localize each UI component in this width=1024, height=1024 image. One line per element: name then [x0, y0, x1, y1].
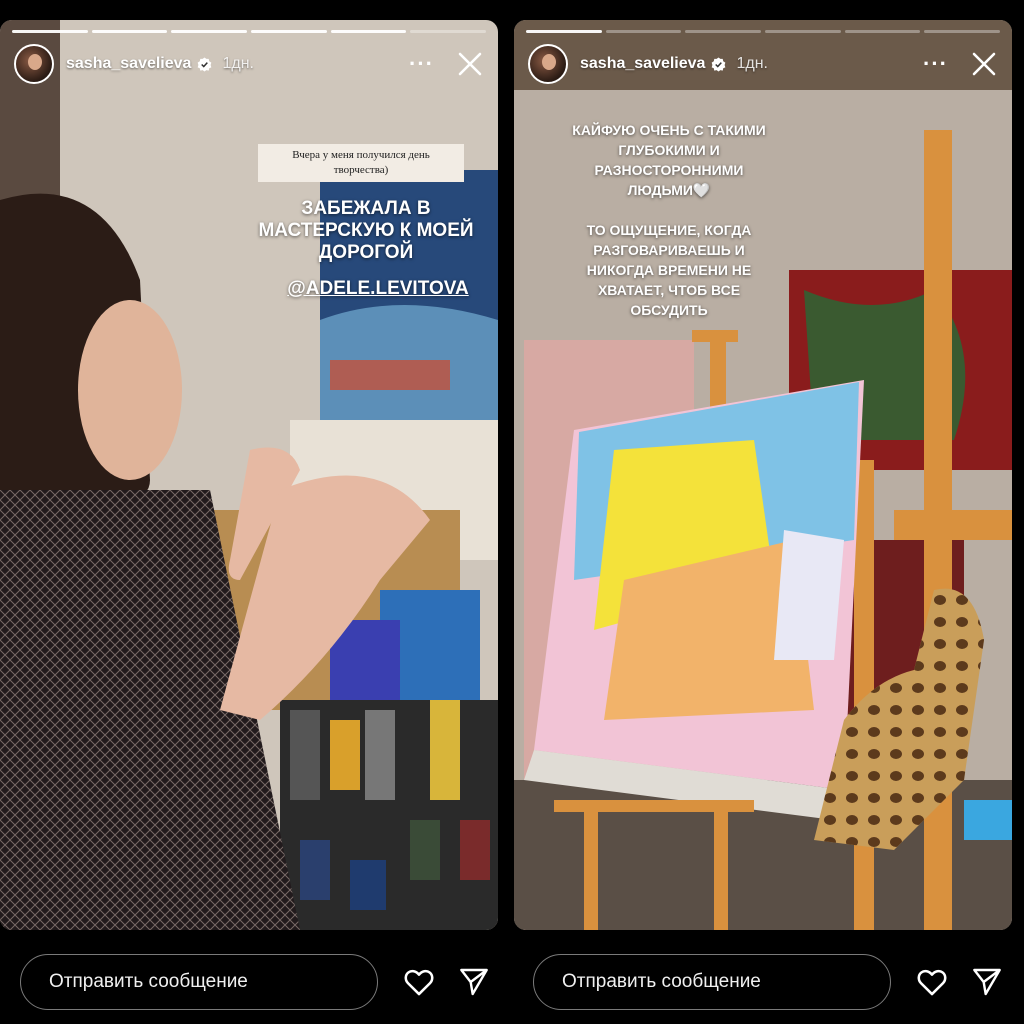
- progress-segment: [765, 30, 841, 33]
- mention-link[interactable]: @ADELE.LEVITOVA: [278, 278, 478, 300]
- story-header: sasha_savelieva 1дн. ···: [528, 42, 998, 86]
- send-icon[interactable]: [458, 966, 490, 998]
- message-input[interactable]: Отправить сообщение: [533, 954, 891, 1010]
- send-icon[interactable]: [971, 966, 1003, 998]
- progress-segment: [12, 30, 88, 33]
- heart-icon[interactable]: [915, 965, 949, 999]
- caption-box: Вчера у меня получился день творчества): [258, 144, 464, 182]
- close-icon[interactable]: [456, 50, 484, 78]
- story-right[interactable]: sasha_savelieva 1дн. ··· КАЙФУЮ ОЧЕНЬ С …: [514, 20, 1012, 930]
- story-text: КАЙФУЮ ОЧЕНЬ С ТАКИМИ ГЛУБОКИМИ И РАЗНОС…: [572, 122, 766, 318]
- post-time: 1дн.: [736, 55, 768, 72]
- story-left[interactable]: sasha_savelieva 1дн. ··· Вчера у меня по…: [0, 20, 498, 930]
- post-time: 1дн.: [222, 55, 254, 72]
- reply-bar: Отправить сообщение: [533, 952, 1003, 1012]
- avatar[interactable]: [528, 44, 568, 84]
- avatar[interactable]: [14, 44, 54, 84]
- progress-segment: [924, 30, 1001, 33]
- progress-segment: [91, 30, 168, 33]
- progress-segment: [251, 30, 327, 33]
- message-input[interactable]: Отправить сообщение: [20, 954, 378, 1010]
- more-icon[interactable]: ···: [923, 53, 948, 75]
- progress-segment: [526, 30, 602, 33]
- progress-segment: [605, 30, 682, 33]
- username[interactable]: sasha_savelieva: [66, 55, 191, 73]
- story-progress: [12, 30, 487, 33]
- username[interactable]: sasha_savelieva: [580, 55, 705, 73]
- progress-segment: [844, 30, 921, 33]
- heart-icon[interactable]: [402, 965, 436, 999]
- more-icon[interactable]: ···: [409, 53, 434, 75]
- story-progress: [526, 30, 1001, 33]
- verified-badge-icon: [197, 56, 212, 72]
- story-header: sasha_savelieva 1дн. ···: [14, 42, 484, 86]
- reply-bar: Отправить сообщение: [20, 952, 490, 1012]
- verified-badge-icon: [711, 56, 726, 72]
- close-icon[interactable]: [970, 50, 998, 78]
- progress-segment: [410, 30, 487, 33]
- progress-segment: [330, 30, 407, 33]
- story-text: ЗАБЕЖАЛА В МАСТЕРСКУЮ К МОЕЙ ДОРОГОЙ: [258, 198, 474, 263]
- progress-segment: [685, 30, 762, 33]
- progress-segment: [171, 30, 248, 33]
